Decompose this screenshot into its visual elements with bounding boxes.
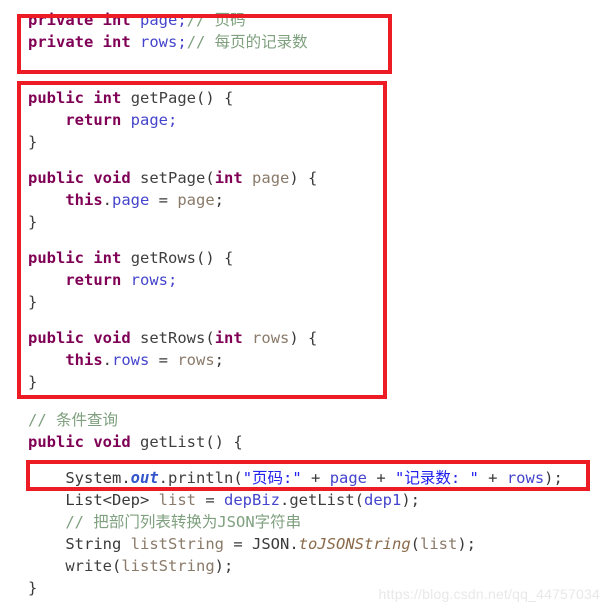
param-rows: rows [252, 329, 290, 347]
code-line-9: } [28, 213, 38, 231]
type-List-Dep: List<Dep> [65, 491, 150, 509]
method-setPage: setPage [140, 169, 206, 187]
keyword-int: int [102, 33, 131, 51]
code-line-2: private int rows;// 每页的记录数 [28, 33, 308, 51]
code-line-25: String listString = JSON.toJSONString(li… [65, 535, 476, 553]
comment-rows: // 每页的记录数 [186, 33, 308, 51]
code-line-26: write(listString); [65, 557, 234, 575]
code-line-22: System.out.println("页码:" + page + "记录数: … [65, 469, 563, 487]
code-editor-canvas: private int page;// 页码 private int rows;… [0, 0, 606, 608]
keyword-private: private [28, 11, 94, 29]
keyword-private: private [28, 33, 94, 51]
code-line-24: // 把部门列表转换为JSON字符串 [28, 511, 301, 533]
code-line-7: public void setPage(int page) { [28, 169, 318, 187]
field-rows: rows [140, 33, 178, 51]
code-line-20: public void getList() { [28, 433, 243, 451]
variable-dep1: dep1 [364, 491, 402, 509]
static-out: out [130, 469, 159, 487]
watermark-text: https://blog.csdn.net/qq_44757034 [378, 586, 600, 602]
string-rows-label: "记录数: " [395, 469, 479, 487]
variable-listString: listString [130, 535, 224, 553]
field-page: page [140, 11, 178, 29]
string-page-label: "页码:" [242, 469, 302, 487]
comment-page: // 页码 [186, 11, 246, 29]
code-line-12: return rows; [65, 271, 178, 289]
type-String: String [65, 535, 122, 553]
code-line-1: private int page;// 页码 [28, 11, 246, 29]
type-JSON: JSON [252, 535, 290, 553]
method-getRows: getRows [130, 249, 197, 267]
variable-depBiz: depBiz [224, 491, 280, 509]
code-line-23: List<Dep> list = depBiz.getList(dep1); [65, 491, 421, 509]
comment-json-convert: // 把部门列表转换为JSON字符串 [65, 513, 302, 531]
param-page: page [252, 169, 290, 187]
code-line-13: } [28, 293, 38, 311]
variable-list: list [158, 491, 196, 509]
method-write: write [65, 557, 112, 575]
keyword-int: int [102, 11, 131, 29]
code-line-4: return page; [65, 111, 178, 129]
method-setRows: setRows [140, 329, 206, 347]
code-line-27: } [28, 579, 38, 597]
code-line-15: public void setRows(int rows) { [28, 329, 318, 347]
method-toJSONString: toJSONString [298, 535, 411, 553]
method-getList: getList [140, 433, 206, 451]
code-line-8: this.page = page; [65, 191, 224, 209]
type-System: System [65, 469, 122, 487]
keyword-this: this [65, 191, 103, 209]
code-line-19: // 条件查询 [28, 409, 118, 431]
method-getPage: getPage [130, 89, 197, 107]
code-line-16: this.rows = rows; [65, 351, 224, 369]
method-println: println [168, 469, 234, 487]
comment-condition-query: // 条件查询 [28, 411, 118, 429]
code-line-3: public int getPage() { [28, 89, 234, 107]
code-line-17: } [28, 373, 38, 391]
code-line-11: public int getRows() { [28, 249, 234, 267]
code-line-5: } [28, 133, 38, 151]
keyword-return: return [65, 111, 122, 129]
